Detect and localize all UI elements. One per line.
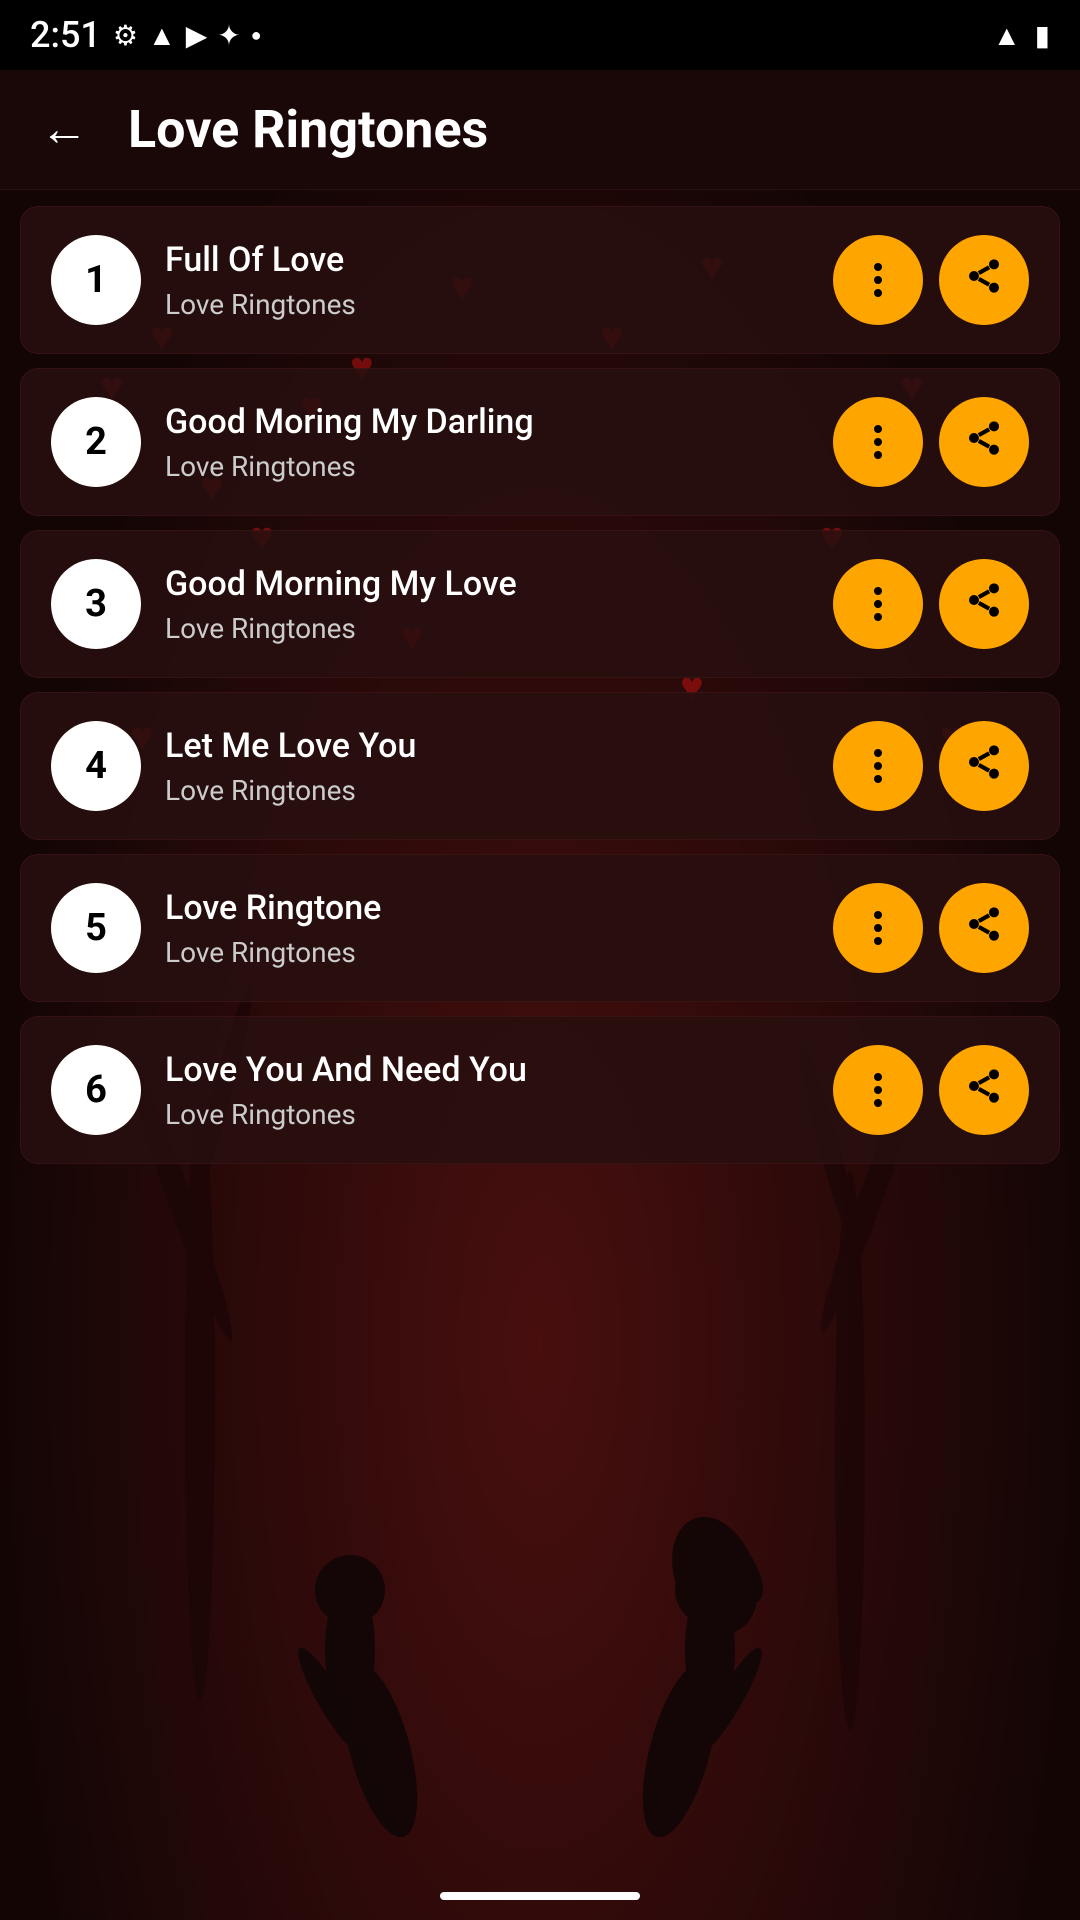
- shield-icon: ▶: [186, 19, 208, 52]
- track-info: Love You And Need You Love Ringtones: [165, 1050, 809, 1131]
- share-button[interactable]: [939, 397, 1029, 487]
- track-category: Love Ringtones: [165, 288, 809, 321]
- track-actions: [833, 235, 1029, 325]
- track-actions: [833, 883, 1029, 973]
- share-button[interactable]: [939, 235, 1029, 325]
- ringtone-card: 2 Good Moring My Darling Love Ringtones: [20, 368, 1060, 516]
- status-icons: ⚙ ▲ ▶ ✦ ●: [113, 19, 262, 52]
- status-left: 2:51 ⚙ ▲ ▶ ✦ ●: [30, 14, 262, 56]
- ringtone-card: 3 Good Morning My Love Love Ringtones: [20, 530, 1060, 678]
- battery-icon: ▮: [1035, 19, 1050, 52]
- track-number: 2: [51, 397, 141, 487]
- share-icon: [964, 580, 1004, 629]
- ringtones-list: 1 Full Of Love Love Ringtones: [0, 190, 1080, 1180]
- more-options-button[interactable]: [833, 883, 923, 973]
- track-actions: [833, 397, 1029, 487]
- track-actions: [833, 559, 1029, 649]
- track-name: Good Moring My Darling: [165, 402, 809, 442]
- page-title: Love Ringtones: [128, 99, 488, 160]
- track-actions: [833, 721, 1029, 811]
- ringtone-card: 1 Full Of Love Love Ringtones: [20, 206, 1060, 354]
- bottom-nav-indicator: [440, 1892, 640, 1900]
- ringtone-card: 6 Love You And Need You Love Ringtones: [20, 1016, 1060, 1164]
- share-icon: [964, 256, 1004, 305]
- back-button[interactable]: ←: [30, 92, 98, 167]
- track-actions: [833, 1045, 1029, 1135]
- track-name: Full Of Love: [165, 240, 809, 280]
- track-category: Love Ringtones: [165, 1098, 809, 1131]
- status-bar: 2:51 ⚙ ▲ ▶ ✦ ● ▲ ▮: [0, 0, 1080, 70]
- more-options-button[interactable]: [833, 721, 923, 811]
- share-button[interactable]: [939, 721, 1029, 811]
- more-dots-icon: [874, 1073, 882, 1107]
- share-icon: [964, 904, 1004, 953]
- track-category: Love Ringtones: [165, 612, 809, 645]
- track-category: Love Ringtones: [165, 774, 809, 807]
- track-name: Love You And Need You: [165, 1050, 809, 1090]
- ringtone-card: 4 Let Me Love You Love Ringtones: [20, 692, 1060, 840]
- dot-icon: ●: [251, 25, 262, 46]
- gear-icon: ⚙: [113, 19, 138, 52]
- more-dots-icon: [874, 749, 882, 783]
- track-name: Let Me Love You: [165, 726, 809, 766]
- track-info: Full Of Love Love Ringtones: [165, 240, 809, 321]
- more-options-button[interactable]: [833, 1045, 923, 1135]
- signal-icon: ▲: [993, 19, 1021, 52]
- more-options-button[interactable]: [833, 397, 923, 487]
- track-number: 6: [51, 1045, 141, 1135]
- app-header: ← Love Ringtones: [0, 70, 1080, 190]
- status-right: ▲ ▮: [993, 19, 1050, 52]
- track-number: 3: [51, 559, 141, 649]
- share-button[interactable]: [939, 883, 1029, 973]
- share-icon: [964, 418, 1004, 467]
- track-name: Love Ringtone: [165, 888, 809, 928]
- status-time: 2:51: [30, 14, 101, 56]
- share-button[interactable]: [939, 1045, 1029, 1135]
- music-icon: ✦: [217, 19, 240, 52]
- track-number: 5: [51, 883, 141, 973]
- track-info: Let Me Love You Love Ringtones: [165, 726, 809, 807]
- share-button[interactable]: [939, 559, 1029, 649]
- share-icon: [964, 742, 1004, 791]
- track-info: Good Moring My Darling Love Ringtones: [165, 402, 809, 483]
- more-dots-icon: [874, 425, 882, 459]
- more-options-button[interactable]: [833, 559, 923, 649]
- more-options-button[interactable]: [833, 235, 923, 325]
- more-dots-icon: [874, 911, 882, 945]
- track-info: Good Morning My Love Love Ringtones: [165, 564, 809, 645]
- track-number: 4: [51, 721, 141, 811]
- ringtone-card: 5 Love Ringtone Love Ringtones: [20, 854, 1060, 1002]
- track-category: Love Ringtones: [165, 936, 809, 969]
- track-name: Good Morning My Love: [165, 564, 809, 604]
- track-category: Love Ringtones: [165, 450, 809, 483]
- more-dots-icon: [874, 263, 882, 297]
- track-number: 1: [51, 235, 141, 325]
- clipboard-icon: ▲: [148, 19, 176, 52]
- share-icon: [964, 1066, 1004, 1115]
- track-info: Love Ringtone Love Ringtones: [165, 888, 809, 969]
- more-dots-icon: [874, 587, 882, 621]
